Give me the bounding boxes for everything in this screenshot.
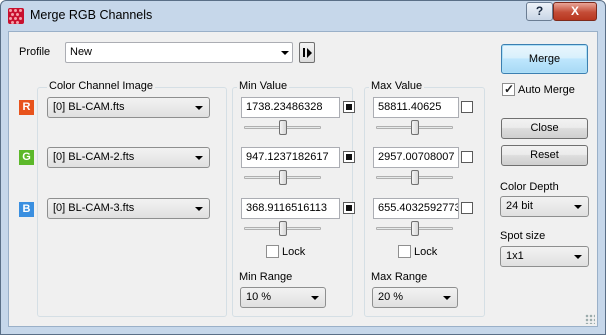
min-range-label: Min Range	[239, 271, 293, 283]
chevron-down-icon	[574, 255, 582, 259]
chevron-down-icon	[195, 207, 203, 211]
blue-channel-image-select[interactable]: [0] BL-CAM-3.fts	[47, 198, 210, 219]
blue-min-slider-thumb[interactable]	[279, 221, 287, 236]
chevron-down-icon	[281, 51, 289, 55]
window-title: Merge RGB Channels	[30, 8, 153, 22]
blue-max-slider-thumb[interactable]	[411, 221, 419, 236]
blue-min-input[interactable]: 368.9116516113	[241, 198, 340, 219]
chevron-down-icon	[195, 106, 203, 110]
green-min-indicator[interactable]	[343, 151, 355, 163]
close-window-button[interactable]: X	[553, 2, 597, 21]
red-min-value: 1738.23486328	[246, 101, 323, 113]
auto-merge-checkbox[interactable]	[502, 82, 515, 96]
green-channel-image-select[interactable]: [0] BL-CAM-2.fts	[47, 147, 210, 168]
color-depth-value: 24 bit	[506, 200, 533, 212]
red-max-indicator[interactable]	[461, 101, 473, 113]
spot-size-label: Spot size	[500, 230, 546, 242]
chevron-down-icon	[443, 296, 451, 300]
red-min-input[interactable]: 1738.23486328	[241, 97, 340, 118]
profile-label: Profile	[19, 46, 51, 58]
blue-max-indicator[interactable]	[461, 202, 473, 214]
max-lock-label: Lock	[414, 246, 438, 258]
red-max-input[interactable]: 58811.40625	[373, 97, 459, 118]
auto-merge-label: Auto Merge	[518, 84, 575, 96]
merge-rgb-window: Merge RGB Channels ? X Profile New Color…	[0, 0, 606, 335]
min-lock-label: Lock	[282, 246, 306, 258]
red-max-slider-thumb[interactable]	[411, 120, 419, 135]
green-max-input[interactable]: 2957.00708007	[373, 147, 459, 168]
dialog-client-area: Profile New Color Channel Image Min Valu…	[8, 31, 598, 327]
color-channel-header: Color Channel Image	[47, 80, 155, 92]
merge-button[interactable]: Merge	[501, 44, 588, 74]
blue-channel-chip: B	[19, 202, 34, 217]
max-value-header: Max Value	[369, 80, 425, 92]
app-icon	[8, 8, 24, 24]
profile-apply-button[interactable]	[299, 42, 315, 63]
spot-size-select[interactable]: 1x1	[500, 246, 589, 267]
help-button[interactable]: ?	[526, 2, 553, 21]
blue-channel-image-value: [0] BL-CAM-3.fts	[53, 202, 135, 214]
green-min-input[interactable]: 947.1237182617	[241, 147, 340, 168]
profile-value: New	[70, 46, 93, 58]
green-min-value: 947.1237182617	[246, 151, 329, 163]
chevron-down-icon	[311, 296, 319, 300]
green-max-indicator[interactable]	[461, 151, 473, 163]
max-range-label: Max Range	[371, 271, 428, 283]
min-range-select[interactable]: 10 %	[240, 287, 326, 308]
resize-grip-icon[interactable]	[585, 314, 595, 324]
max-range-select[interactable]: 20 %	[372, 287, 458, 308]
min-range-value: 10 %	[246, 291, 272, 303]
blue-min-indicator[interactable]	[343, 202, 355, 214]
max-lock-checkbox[interactable]	[398, 245, 411, 258]
reset-button[interactable]: Reset	[501, 145, 588, 166]
bar-icon	[303, 48, 305, 57]
blue-max-value: 655.4032592773	[378, 202, 459, 214]
chevron-down-icon	[195, 156, 203, 160]
color-depth-select[interactable]: 24 bit	[500, 196, 589, 217]
play-icon	[307, 48, 312, 58]
blue-max-input[interactable]: 655.4032592773	[373, 198, 459, 219]
blue-min-value: 368.9116516113	[246, 202, 327, 214]
title-bar[interactable]: Merge RGB Channels ? X	[1, 1, 605, 31]
green-channel-image-value: [0] BL-CAM-2.fts	[53, 151, 135, 163]
close-button[interactable]: Close	[501, 118, 588, 139]
green-max-slider-thumb[interactable]	[411, 170, 419, 185]
green-max-value: 2957.00708007	[378, 151, 455, 163]
color-depth-label: Color Depth	[500, 181, 559, 193]
green-channel-chip: G	[19, 150, 34, 165]
green-min-slider-thumb[interactable]	[279, 170, 287, 185]
spot-size-value: 1x1	[506, 250, 524, 262]
chevron-down-icon	[574, 205, 582, 209]
min-value-header: Min Value	[237, 80, 290, 92]
min-lock-checkbox[interactable]	[266, 245, 279, 258]
red-min-indicator[interactable]	[343, 101, 355, 113]
max-range-value: 20 %	[378, 291, 404, 303]
red-channel-image-value: [0] BL-CAM.fts	[53, 101, 125, 113]
red-min-slider-thumb[interactable]	[279, 120, 287, 135]
red-channel-chip: R	[19, 100, 34, 115]
red-channel-image-select[interactable]: [0] BL-CAM.fts	[47, 97, 210, 118]
profile-input[interactable]: New	[65, 42, 293, 63]
red-max-value: 58811.40625	[378, 101, 442, 113]
